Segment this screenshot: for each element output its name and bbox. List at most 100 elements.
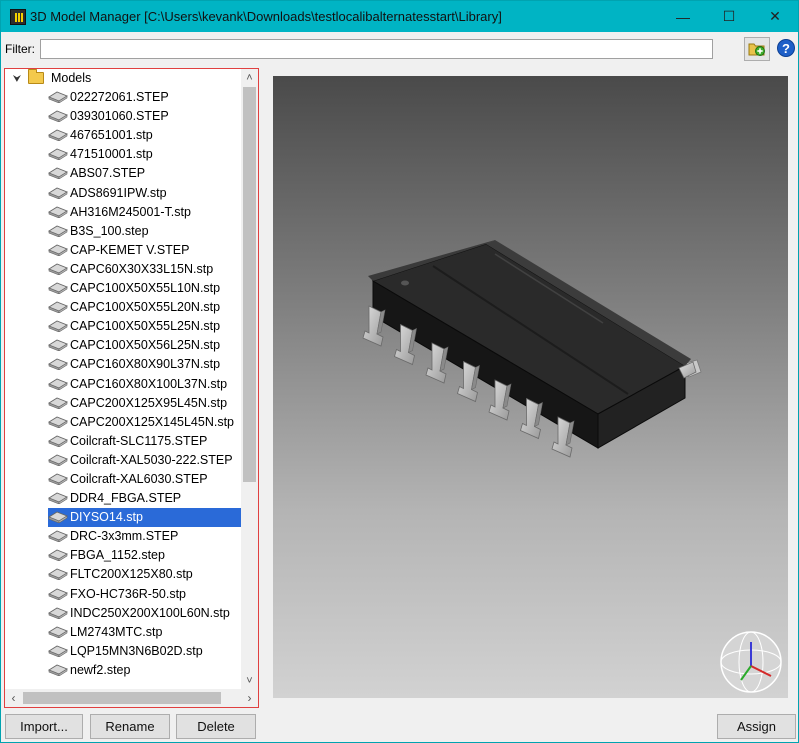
tree-item[interactable]: CAPC60X30X33L15N.stp — [5, 260, 241, 279]
chevron-down-icon[interactable]: ⮟ — [9, 70, 25, 89]
tree-item-label: ABS07.STEP — [70, 166, 146, 181]
tree-item-label: INDC250X200X100L60N.stp — [70, 605, 230, 620]
tree-item[interactable]: 467651001.stp — [5, 126, 241, 145]
tree-item-label: CAPC100X50X55L10N.stp — [70, 281, 221, 296]
tree-item-label: LQP15MN3N6B02D.stp — [70, 643, 203, 658]
tree-item[interactable]: LM2743MTC.stp — [5, 623, 241, 642]
orientation-gizmo[interactable] — [719, 630, 783, 694]
tree-item-label: CAPC100X50X55L20N.stp — [70, 300, 221, 315]
model-chip-icon — [48, 282, 68, 295]
tree-item[interactable]: Coilcraft-SLC1175.STEP — [5, 432, 241, 451]
tree-item[interactable]: 022272061.STEP — [5, 88, 241, 107]
tree-item[interactable]: 471510001.stp — [5, 145, 241, 164]
model-chip-icon — [48, 339, 68, 352]
folder-open-icon — [28, 69, 45, 84]
tree-item-label: DDR4_FBGA.STEP — [70, 491, 182, 506]
tree-item[interactable]: Coilcraft-XAL6030.STEP — [5, 470, 241, 489]
tree-vertical-scrollbar[interactable]: ˄ ˅ — [241, 69, 258, 689]
scroll-down-icon[interactable]: ˅ — [241, 672, 258, 689]
tree-root-models[interactable]: ⮟ Models — [5, 69, 241, 88]
tree-item[interactable]: DRC-3x3mm.STEP — [5, 527, 241, 546]
add-library-button[interactable] — [744, 37, 770, 61]
model-chip-icon — [48, 588, 68, 600]
close-button[interactable]: ✕ — [752, 1, 798, 32]
tree-item-label: CAPC100X50X56L25N.stp — [70, 338, 221, 353]
scroll-right-icon[interactable]: › — [241, 689, 258, 707]
rename-button[interactable]: Rename — [90, 714, 170, 739]
tree-item[interactable]: CAPC160X80X100L37N.stp — [5, 375, 241, 394]
tree-item[interactable]: LQP15MN3N6B02D.stp — [5, 642, 241, 661]
model-chip-icon — [48, 187, 68, 199]
model-chip-icon — [48, 320, 68, 333]
tree-item-label: DIYSO14.stp — [68, 509, 146, 526]
model-chip-icon — [48, 129, 68, 142]
tree-item[interactable]: CAP-KEMET V.STEP — [5, 241, 241, 260]
tree-item[interactable]: CAPC160X80X90L37N.stp — [5, 355, 241, 374]
tree-item[interactable]: INDC250X200X100L60N.stp — [5, 604, 241, 623]
main-window: 3D Model Manager [C:\Users\kevank\Downlo… — [0, 0, 799, 743]
model-chip-icon — [48, 358, 68, 371]
tree-item[interactable]: CAPC100X50X56L25N.stp — [5, 336, 241, 355]
tree-horizontal-scrollbar[interactable]: ‹ › — [5, 689, 258, 707]
tree-item-label: CAPC160X80X100L37N.stp — [70, 376, 228, 391]
scroll-left-icon[interactable]: ‹ — [5, 689, 22, 707]
import-button[interactable]: Import... — [5, 714, 83, 739]
tree-item-label: DRC-3x3mm.STEP — [70, 529, 179, 544]
model-chip-icon — [48, 263, 68, 275]
tree-item[interactable]: CAPC100X50X55L10N.stp — [5, 279, 241, 298]
model-3d-viewport[interactable] — [273, 76, 788, 698]
tree-content: ⮟ Models 022272061.STEP 039301060.STEP 467… — [5, 69, 241, 689]
help-button[interactable]: ? — [777, 39, 795, 57]
tree-item-label: CAPC100X50X55L25N.stp — [70, 319, 221, 334]
tree-item[interactable]: B3S_100.step — [5, 222, 241, 241]
tree-item[interactable]: CAPC200X125X145L45N.stp — [5, 413, 241, 432]
app-icon — [10, 8, 26, 25]
tree-item[interactable]: AH316M245001-T.stp — [5, 203, 241, 222]
tree-item[interactable]: FLTC200X125X80.stp — [5, 565, 241, 584]
tree-item[interactable]: 039301060.STEP — [5, 107, 241, 126]
tree-item[interactable]: ADS8691IPW.stp — [5, 184, 241, 203]
tree-item-label: CAPC200X125X95L45N.stp — [70, 395, 228, 410]
model-chip-icon — [48, 167, 68, 180]
horizontal-scroll-thumb[interactable] — [23, 692, 221, 704]
model-chip-icon — [48, 91, 68, 104]
tree-item[interactable]: DIYSO14.stp — [5, 508, 241, 528]
tree-item[interactable]: ABS07.STEP — [5, 164, 241, 183]
tree-item[interactable]: FXO-HC736R-50.stp — [5, 585, 241, 604]
model-chip-icon — [48, 664, 68, 676]
scroll-up-icon[interactable]: ˄ — [241, 69, 258, 86]
tree-item[interactable]: Coilcraft-XAL5030-222.STEP — [5, 451, 241, 470]
title-bar[interactable]: 3D Model Manager [C:\Users\kevank\Downlo… — [1, 1, 798, 32]
tree-item-label: CAP-KEMET V.STEP — [70, 242, 190, 257]
model-chip-icon — [48, 397, 68, 409]
model-chip-icon — [48, 492, 68, 505]
tree-root-label: Models — [50, 71, 92, 85]
model-chip-icon — [48, 626, 68, 638]
model-chip-icon — [48, 607, 68, 619]
delete-button[interactable]: Delete — [176, 714, 256, 739]
model-tree[interactable]: ⮟ Models 022272061.STEP 039301060.STEP 467… — [4, 68, 259, 708]
vertical-scroll-thumb[interactable] — [243, 87, 256, 482]
tree-item-label: FBGA_1152.step — [70, 548, 165, 563]
tree-item-label: CAPC60X30X33L15N.stp — [70, 261, 214, 276]
tree-item[interactable]: newf2.step — [5, 661, 241, 680]
tree-item-label: ADS8691IPW.stp — [70, 185, 167, 200]
model-chip-icon — [48, 511, 68, 524]
tree-item-label: 039301060.STEP — [70, 109, 169, 124]
tree-item-label: 471510001.stp — [70, 147, 153, 162]
maximize-button[interactable]: ☐ — [706, 1, 752, 32]
model-chip-icon — [48, 225, 68, 237]
tree-item[interactable]: DDR4_FBGA.STEP — [5, 489, 241, 508]
tree-item-label: AH316M245001-T.stp — [70, 204, 191, 219]
minimize-icon: — — [676, 8, 690, 25]
tree-item[interactable]: FBGA_1152.step — [5, 546, 241, 565]
filter-input[interactable] — [40, 39, 713, 59]
model-chip-icon — [48, 206, 68, 218]
minimize-button[interactable]: — — [660, 1, 706, 32]
window-controls: — ☐ ✕ — [660, 1, 798, 32]
tree-item[interactable]: CAPC100X50X55L25N.stp — [5, 317, 241, 336]
tree-item[interactable]: CAPC100X50X55L20N.stp — [5, 298, 241, 317]
assign-button[interactable]: Assign — [717, 714, 796, 739]
tree-item[interactable]: CAPC200X125X95L45N.stp — [5, 394, 241, 413]
tree-item-label: FLTC200X125X80.stp — [70, 567, 193, 582]
